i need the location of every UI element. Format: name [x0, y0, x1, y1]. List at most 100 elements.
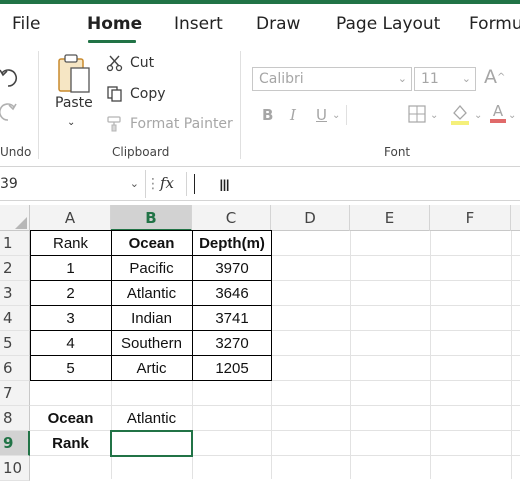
underline-dropdown-icon[interactable]: ⌄: [332, 103, 340, 127]
paste-icon[interactable]: [56, 53, 92, 95]
format-painter-label: Format Painter: [130, 116, 233, 132]
underline-button[interactable]: U: [316, 103, 327, 127]
borders-dropdown-icon[interactable]: ⌄: [430, 103, 438, 127]
row-header[interactable]: 6: [0, 356, 30, 381]
font-color-label: A: [492, 102, 504, 120]
table-cell[interactable]: 2: [30, 281, 111, 306]
tab-file[interactable]: File: [12, 14, 40, 34]
name-box[interactable]: 39 ⌄: [0, 170, 146, 198]
table-header-ocean[interactable]: Ocean: [111, 231, 192, 256]
group-divider: [240, 51, 241, 159]
row-header[interactable]: 7: [0, 381, 30, 406]
column-header-c[interactable]: C: [192, 205, 271, 231]
clipboard-group-label: Clipboard: [112, 145, 170, 159]
chevron-down-icon: ⌄: [397, 72, 407, 85]
font-color-dropdown-icon[interactable]: ⌄: [508, 103, 516, 127]
table-cell[interactable]: Southern: [111, 331, 192, 356]
active-tab-indicator: [88, 40, 136, 43]
table-cell[interactable]: Indian: [111, 306, 192, 331]
ocean-label-cell[interactable]: Ocean: [30, 406, 111, 431]
italic-button[interactable]: I: [290, 103, 296, 127]
row-header[interactable]: 4: [0, 306, 30, 331]
column-header-e[interactable]: E: [350, 205, 430, 231]
table-cell[interactable]: 1: [30, 256, 111, 281]
grow-font-button[interactable]: A ^: [484, 65, 505, 89]
bold-button[interactable]: B: [262, 103, 273, 127]
fill-color-icon[interactable]: [450, 103, 470, 125]
column-header-f[interactable]: F: [430, 205, 511, 231]
paste-dropdown-icon[interactable]: ⌄: [67, 117, 75, 128]
undo-group-label: Undo: [0, 145, 32, 159]
insert-function-button[interactable]: fx: [160, 174, 174, 192]
select-all-button[interactable]: [0, 205, 30, 231]
table-cell[interactable]: 4: [30, 331, 111, 356]
gridline: [430, 231, 431, 479]
fill-color-dropdown-icon[interactable]: ⌄: [474, 103, 482, 127]
formula-input[interactable]: Ⅲ: [187, 170, 520, 198]
paste-label[interactable]: Paste: [55, 95, 93, 111]
table-cell[interactable]: 3970: [192, 256, 272, 281]
gridline: [511, 231, 512, 479]
font-size-value: 11: [421, 71, 439, 87]
text-caret: [194, 174, 195, 194]
ribbon: Undo Paste ⌄ Cut Copy Format Painter Cli…: [0, 45, 520, 167]
row-header-selected[interactable]: 9: [0, 431, 30, 456]
group-divider: [38, 51, 39, 159]
table-cell[interactable]: 3: [30, 306, 111, 331]
tab-draw[interactable]: Draw: [256, 14, 300, 34]
font-name-select[interactable]: Calibri ⌄: [252, 67, 412, 91]
row-header[interactable]: 5: [0, 331, 30, 356]
format-painter-button[interactable]: Format Painter: [106, 113, 233, 135]
row-header[interactable]: 10: [0, 456, 30, 481]
table-cell[interactable]: 5: [30, 356, 111, 381]
tab-insert[interactable]: Insert: [174, 14, 223, 34]
font-color-button[interactable]: A: [490, 103, 506, 127]
scissors-icon: [106, 55, 123, 72]
table-cell[interactable]: 3741: [192, 306, 272, 331]
chevron-down-icon: ⌄: [129, 177, 139, 190]
tab-page-layout[interactable]: Page Layout: [336, 14, 440, 34]
column-header-row: A B C D E F: [0, 205, 520, 231]
font-color-swatch: [490, 119, 506, 123]
font-group-label: Font: [384, 145, 411, 159]
table-cell[interactable]: Pacific: [111, 256, 192, 281]
text-cursor-icon: Ⅲ: [219, 178, 231, 195]
rank-label-cell[interactable]: Rank: [30, 431, 111, 456]
font-name-value: Calibri: [259, 71, 304, 87]
row-header[interactable]: 8: [0, 406, 30, 431]
gridline: [350, 231, 351, 479]
copy-icon: [107, 86, 122, 102]
borders-icon[interactable]: [408, 105, 426, 123]
column-header-b[interactable]: B: [111, 205, 192, 231]
table-header-depth[interactable]: Depth(m): [192, 231, 272, 256]
cut-label: Cut: [130, 55, 155, 71]
row-header[interactable]: 3: [0, 281, 30, 306]
paintbrush-icon: [107, 116, 121, 132]
table-cell[interactable]: 1205: [192, 356, 272, 381]
font-size-select[interactable]: 11 ⌄: [414, 67, 476, 91]
active-cell-b9[interactable]: [110, 430, 193, 457]
table-header-rank[interactable]: Rank: [30, 231, 111, 256]
worksheet-grid[interactable]: A B C D E F 1 2 3 4 5 6 7 8 9 10 Rank Oc…: [0, 205, 520, 481]
divider: [346, 105, 347, 125]
drag-handle-icon[interactable]: ⋮: [146, 175, 160, 192]
formula-bar: 39 ⌄ ⋮ fx Ⅲ: [0, 167, 520, 201]
column-header-d[interactable]: D: [271, 205, 350, 231]
column-header-a[interactable]: A: [30, 205, 111, 231]
chevron-down-icon: ⌄: [461, 72, 471, 85]
ocean-value-cell[interactable]: Atlantic: [111, 406, 192, 431]
copy-button[interactable]: Copy: [106, 83, 166, 105]
redo-icon[interactable]: [0, 101, 22, 123]
cut-button[interactable]: Cut: [106, 52, 154, 74]
tab-home[interactable]: Home: [87, 14, 142, 34]
table-cell[interactable]: 3270: [192, 331, 272, 356]
table-cell[interactable]: 3646: [192, 281, 272, 306]
row-header[interactable]: 2: [0, 256, 30, 281]
select-all-icon: [15, 217, 27, 229]
tab-formulas[interactable]: Formu: [469, 14, 520, 34]
undo-icon[interactable]: [0, 67, 22, 89]
name-box-value: 39: [0, 176, 18, 192]
table-cell[interactable]: Artic: [111, 356, 192, 381]
table-cell[interactable]: Atlantic: [111, 281, 192, 306]
row-header[interactable]: 1: [0, 231, 30, 256]
